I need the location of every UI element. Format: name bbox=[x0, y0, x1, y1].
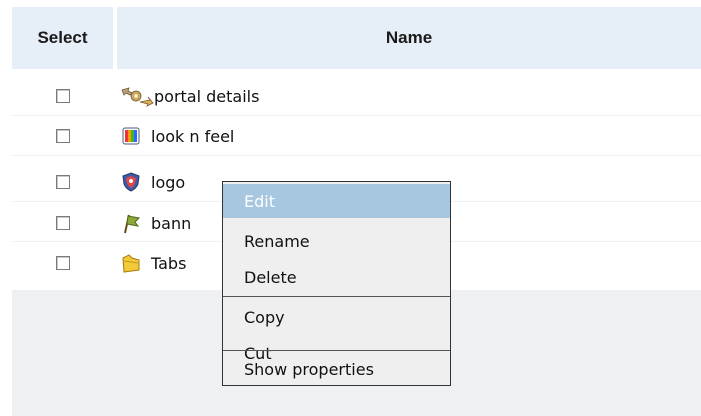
row-separator bbox=[12, 115, 701, 116]
row-checkbox[interactable] bbox=[55, 175, 70, 189]
row-name[interactable]: Tabs bbox=[151, 254, 186, 273]
select-column-header[interactable]: Select bbox=[12, 7, 113, 69]
menu-item-delete[interactable]: Delete bbox=[223, 260, 450, 294]
select-cell bbox=[12, 205, 113, 241]
table-row[interactable]: look n feel bbox=[12, 118, 701, 154]
name-cell[interactable]: portal details bbox=[117, 78, 701, 114]
menu-item-rename[interactable]: Rename bbox=[223, 224, 450, 258]
row-checkbox[interactable] bbox=[55, 256, 70, 270]
color-palette-icon bbox=[120, 125, 142, 147]
select-cell bbox=[12, 245, 113, 281]
select-cell bbox=[12, 118, 113, 154]
table-row[interactable]: portal details bbox=[12, 78, 701, 114]
menu-item-copy[interactable]: Copy bbox=[223, 300, 450, 334]
select-cell bbox=[12, 164, 113, 200]
row-name[interactable]: look n feel bbox=[151, 127, 234, 146]
row-separator bbox=[12, 155, 701, 156]
flag-banner-icon bbox=[120, 212, 142, 234]
row-name[interactable]: portal details bbox=[154, 87, 259, 106]
name-column-header[interactable]: Name bbox=[117, 7, 701, 69]
context-menu: Edit Rename Delete Copy Cut Show propert… bbox=[222, 181, 451, 386]
gears-arrows-icon bbox=[120, 85, 154, 107]
table-header: Select Name bbox=[12, 7, 701, 69]
row-checkbox[interactable] bbox=[55, 89, 70, 103]
folder-tabs-icon bbox=[120, 252, 142, 274]
menu-item-show-properties[interactable]: Show properties bbox=[223, 352, 450, 386]
select-cell bbox=[12, 78, 113, 114]
row-checkbox[interactable] bbox=[55, 129, 70, 143]
shield-logo-icon bbox=[120, 171, 142, 193]
menu-separator bbox=[223, 296, 450, 297]
name-cell[interactable]: look n feel bbox=[117, 118, 701, 154]
row-name[interactable]: logo bbox=[151, 173, 185, 192]
menu-separator bbox=[223, 350, 450, 351]
menu-item-edit[interactable]: Edit bbox=[223, 184, 450, 218]
row-checkbox[interactable] bbox=[55, 216, 70, 230]
row-name[interactable]: bann bbox=[151, 214, 191, 233]
